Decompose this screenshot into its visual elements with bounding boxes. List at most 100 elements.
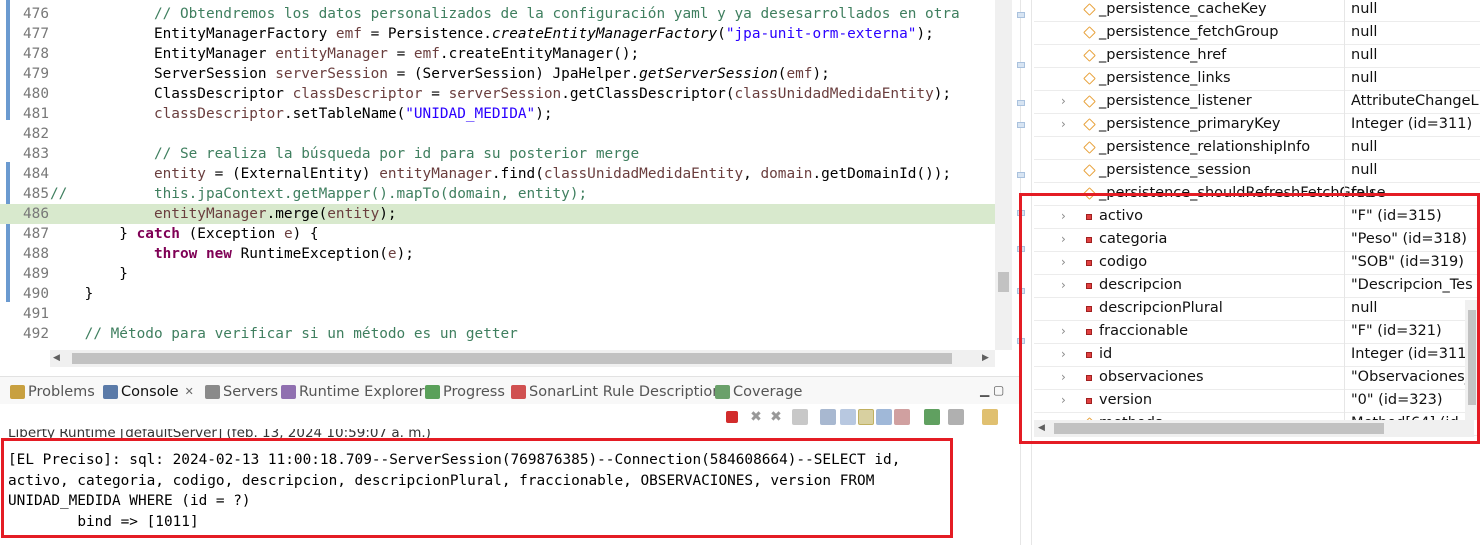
variables-tree[interactable]: _persistence_cacheKey null _persistence_fe…: [1034, 0, 1480, 440]
column-divider[interactable]: [1344, 0, 1345, 420]
variable-row[interactable]: › _persistence_primaryKey Integer (id=311): [1034, 114, 1480, 137]
scroll-right-icon[interactable]: ▶: [982, 350, 989, 367]
variable-row[interactable]: _persistence_fetchGroup null: [1034, 22, 1480, 45]
variables-horizontal-scrollbar[interactable]: ◀: [1034, 420, 1474, 437]
code-text[interactable]: ClassDescriptor classDescriptor = server…: [50, 84, 951, 104]
code-line[interactable]: 480 ClassDescriptor classDescriptor = se…: [0, 84, 995, 104]
code-line[interactable]: 485// this.jpaContext.getMapper().mapTo(…: [0, 184, 995, 204]
code-text[interactable]: classDescriptor.setTableName("UNIDAD_MED…: [50, 104, 553, 124]
minimize-maximize-icon[interactable]: ▁ ▢: [980, 383, 1004, 397]
close-tab-icon[interactable]: ✕: [185, 382, 194, 402]
expand-chevron-icon[interactable]: ›: [1061, 91, 1066, 112]
tab-runtime-explorer[interactable]: Runtime Explorer: [281, 382, 425, 402]
variable-row[interactable]: › id Integer (id=311): [1034, 344, 1480, 367]
code-text[interactable]: }: [50, 264, 128, 284]
code-text[interactable]: }: [50, 284, 94, 304]
code-line[interactable]: 481 classDescriptor.setTableName("UNIDAD…: [0, 104, 995, 124]
code-token: );: [379, 206, 397, 222]
code-line[interactable]: 476 // Obtendremos los datos personaliza…: [0, 4, 995, 24]
variable-row[interactable]: › activo "F" (id=315): [1034, 206, 1480, 229]
expand-chevron-icon[interactable]: ›: [1061, 344, 1066, 365]
terminate-icon[interactable]: [726, 411, 738, 423]
code-line[interactable]: 482: [0, 124, 995, 144]
clear-console-icon[interactable]: [792, 409, 808, 425]
editor-horizontal-scrollbar[interactable]: ◀ ▶: [50, 350, 995, 367]
variable-row[interactable]: _persistence_cacheKey null: [1034, 0, 1480, 22]
code-text[interactable]: // Obtendremos los datos personalizados …: [50, 4, 960, 24]
code-line[interactable]: 490 }: [0, 284, 995, 304]
code-line[interactable]: 492 // Método para verificar si un métod…: [0, 324, 995, 344]
code-line[interactable]: 491: [0, 304, 995, 324]
code-line[interactable]: 489 }: [0, 264, 995, 284]
expand-chevron-icon[interactable]: ›: [1061, 229, 1066, 250]
expand-chevron-icon[interactable]: ›: [1061, 114, 1066, 135]
code-editor[interactable]: 476 // Obtendremos los datos personaliza…: [0, 0, 1012, 370]
open-console-icon[interactable]: [924, 409, 940, 425]
code-line[interactable]: 479 ServerSession serverSession = (Serve…: [0, 64, 995, 84]
show-on-error-icon[interactable]: [876, 409, 892, 425]
code-text[interactable]: entityManager.merge(entity);: [50, 204, 397, 224]
variable-row[interactable]: descripcionPlural null: [1034, 298, 1480, 321]
code-line[interactable]: 478 EntityManager entityManager = emf.cr…: [0, 44, 995, 64]
tab-coverage[interactable]: Coverage: [715, 382, 802, 402]
variable-value: Integer (id=311): [1351, 346, 1473, 362]
variable-row[interactable]: _persistence_links null: [1034, 68, 1480, 91]
code-text[interactable]: throw new RuntimeException(e);: [50, 244, 414, 264]
expand-chevron-icon[interactable]: ›: [1061, 390, 1066, 411]
variable-row[interactable]: › categoria "Peso" (id=318): [1034, 229, 1480, 252]
code-text[interactable]: // this.jpaContext.getMapper().mapTo(dom…: [50, 184, 587, 204]
tab-sonarlint-rule-description[interactable]: SonarLint Rule Description: [511, 382, 721, 402]
variable-row[interactable]: _persistence_relationshipInfo null: [1034, 137, 1480, 160]
code-text[interactable]: EntityManager entityManager = emf.create…: [50, 44, 639, 64]
word-wrap-icon[interactable]: [840, 409, 856, 425]
code-text[interactable]: // Se realiza la búsqueda por id para su…: [50, 144, 639, 164]
remove-all-icon[interactable]: ✖: [768, 409, 784, 425]
new-console-icon[interactable]: [982, 409, 998, 425]
variable-row[interactable]: _persistence_session null: [1034, 160, 1480, 183]
variable-row[interactable]: › _persistence_listener AttributeChangeL: [1034, 91, 1480, 114]
code-text[interactable]: } catch (Exception e) {: [50, 224, 318, 244]
variable-row[interactable]: › codigo "SOB" (id=319): [1034, 252, 1480, 275]
variable-row[interactable]: › descripcion "Descripcion_Tes: [1034, 275, 1480, 298]
remove-launch-icon[interactable]: ✖: [748, 409, 764, 425]
expand-chevron-icon[interactable]: ›: [1061, 252, 1066, 273]
variable-detail-pane[interactable]: [1034, 446, 1480, 545]
console-output[interactable]: [EL Preciso]: sql: 2024-02-13 11:00:18.7…: [8, 450, 948, 532]
scroll-thumb[interactable]: [998, 272, 1009, 292]
tab-problems[interactable]: Problems: [10, 382, 95, 402]
code-text[interactable]: // Método para verificar si un método es…: [50, 324, 518, 344]
variable-row[interactable]: _persistence_href null: [1034, 45, 1480, 68]
scroll-thumb[interactable]: [1054, 423, 1384, 434]
code-line[interactable]: 484 entity = (ExternalEntity) entityMana…: [0, 164, 995, 184]
expand-chevron-icon[interactable]: ›: [1061, 206, 1066, 227]
code-line[interactable]: 483 // Se realiza la búsqueda por id par…: [0, 144, 995, 164]
editor-vertical-scrollbar[interactable]: [995, 0, 1012, 350]
code-text[interactable]: ServerSession serverSession = (ServerSes…: [50, 64, 830, 84]
code-line[interactable]: 487 } catch (Exception e) {: [0, 224, 995, 244]
scroll-lock-icon[interactable]: [820, 409, 836, 425]
tab-progress[interactable]: Progress: [425, 382, 505, 402]
pin-console-icon[interactable]: [894, 409, 910, 425]
display-console-icon[interactable]: [948, 409, 964, 425]
panel-divider[interactable]: [1020, 0, 1032, 545]
expand-chevron-icon[interactable]: ›: [1061, 321, 1066, 342]
code-line[interactable]: 488 throw new RuntimeException(e);: [0, 244, 995, 264]
variable-row[interactable]: › fraccionable "F" (id=321): [1034, 321, 1480, 344]
variable-row[interactable]: _persistence_shouldRefreshFetchGrou false: [1034, 183, 1480, 206]
scroll-thumb[interactable]: [1468, 310, 1476, 405]
variable-row[interactable]: › version "0" (id=323): [1034, 390, 1480, 413]
variable-row[interactable]: › observaciones "Observaciones_: [1034, 367, 1480, 390]
expand-chevron-icon[interactable]: ›: [1061, 367, 1066, 388]
code-line[interactable]: 477 EntityManagerFactory emf = Persisten…: [0, 24, 995, 44]
variables-vertical-scrollbar[interactable]: [1465, 300, 1479, 420]
code-text[interactable]: entity = (ExternalEntity) entityManager.…: [50, 164, 951, 184]
scroll-thumb[interactable]: [72, 353, 952, 364]
tab-servers[interactable]: Servers: [205, 382, 278, 402]
code-text[interactable]: EntityManagerFactory emf = Persistence.c…: [50, 24, 934, 44]
expand-chevron-icon[interactable]: ›: [1061, 275, 1066, 296]
code-line[interactable]: 486 entityManager.merge(entity);: [0, 204, 995, 224]
tab-console[interactable]: Console ✕: [103, 382, 194, 402]
scroll-left-icon[interactable]: ◀: [1038, 420, 1045, 437]
show-on-output-icon[interactable]: [858, 409, 874, 425]
scroll-left-icon[interactable]: ◀: [53, 350, 60, 367]
